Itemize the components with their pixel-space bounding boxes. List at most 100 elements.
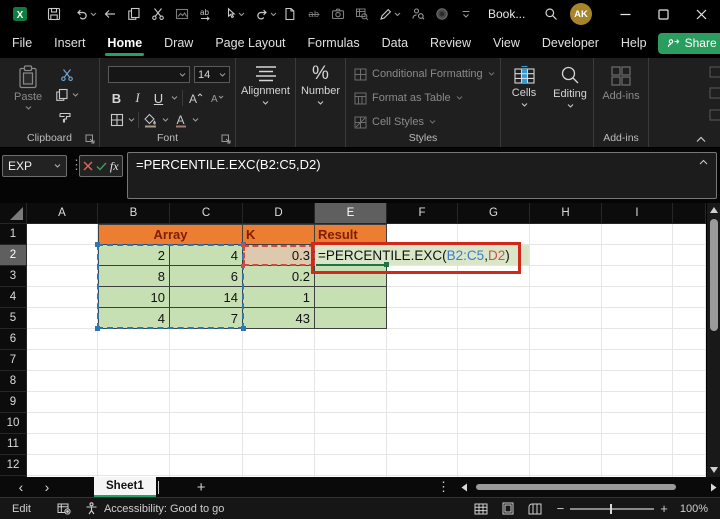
back-icon[interactable] <box>98 2 122 26</box>
cell[interactable] <box>602 350 673 371</box>
row-header-4[interactable]: 4 <box>0 287 27 308</box>
row-header[interactable]: 8 <box>0 371 27 392</box>
scroll-down-icon[interactable] <box>710 467 718 473</box>
cell-a5[interactable] <box>27 308 98 329</box>
select-all-corner[interactable] <box>0 203 27 224</box>
column-header-partial[interactable] <box>673 203 706 224</box>
row-header-5[interactable]: 5 <box>0 308 27 329</box>
cell[interactable] <box>243 350 315 371</box>
cell-j3[interactable] <box>673 266 706 287</box>
enter-icon[interactable] <box>96 162 107 171</box>
range-handle-icon[interactable] <box>95 326 100 331</box>
tab-home[interactable]: Home <box>103 28 146 58</box>
cell[interactable] <box>98 413 170 434</box>
sheet-next-icon[interactable]: › <box>34 479 60 495</box>
insert-function-icon[interactable]: fx <box>110 159 119 174</box>
cell-a4[interactable] <box>27 287 98 308</box>
cell-j2[interactable] <box>673 245 706 266</box>
format-as-table-button[interactable]: Format as Table <box>346 86 500 110</box>
cell[interactable] <box>98 455 170 476</box>
font-color-chevron-icon[interactable] <box>192 117 199 123</box>
sheet-options-icon[interactable]: ⋮ <box>437 479 450 495</box>
cut-icon[interactable] <box>146 2 170 26</box>
cell-a3[interactable] <box>27 266 98 287</box>
cell-e4[interactable] <box>315 287 387 308</box>
redo-dropdown-icon[interactable] <box>270 11 278 17</box>
cell-g4[interactable] <box>458 287 530 308</box>
cell[interactable] <box>243 455 315 476</box>
clipboard-dialog-launcher-icon[interactable] <box>85 134 95 144</box>
cell[interactable] <box>530 329 602 350</box>
cell[interactable] <box>170 413 243 434</box>
cell[interactable] <box>98 371 170 392</box>
cell[interactable] <box>602 392 673 413</box>
cell[interactable] <box>98 350 170 371</box>
range-handle-icon[interactable] <box>241 243 245 247</box>
horizontal-scrollbar[interactable] <box>460 477 718 497</box>
column-header-d[interactable]: D <box>243 203 315 224</box>
copy-button[interactable] <box>55 88 79 102</box>
record-macro-icon[interactable] <box>430 2 454 26</box>
cell[interactable] <box>243 329 315 350</box>
fill-color-chevron-icon[interactable] <box>162 117 169 123</box>
cell-j5[interactable] <box>673 308 706 329</box>
tab-data[interactable]: Data <box>378 28 412 58</box>
name-box[interactable]: EXP <box>2 155 67 177</box>
cell[interactable] <box>170 329 243 350</box>
cell-i5[interactable] <box>602 308 673 329</box>
cell[interactable] <box>602 413 673 434</box>
paste-picture-icon[interactable] <box>170 2 194 26</box>
zoom-slider-thumb[interactable] <box>610 503 613 514</box>
cell[interactable] <box>98 392 170 413</box>
column-header-a[interactable]: A <box>27 203 98 224</box>
cell[interactable] <box>170 434 243 455</box>
cell[interactable] <box>673 434 706 455</box>
formula-bar-expand-icon[interactable] <box>699 159 708 165</box>
cell[interactable] <box>458 434 530 455</box>
zoom-slider[interactable] <box>570 502 655 516</box>
maximize-button[interactable] <box>644 0 682 28</box>
borders-chevron-icon[interactable] <box>128 117 135 123</box>
page-break-view-icon[interactable] <box>528 503 542 515</box>
column-header-f[interactable]: F <box>387 203 458 224</box>
macro-recording-icon[interactable] <box>57 502 71 515</box>
cell-i3[interactable] <box>602 266 673 287</box>
cell[interactable] <box>458 350 530 371</box>
column-header-b[interactable]: B <box>98 203 170 224</box>
cell[interactable] <box>530 350 602 371</box>
tab-file[interactable]: File <box>8 28 36 58</box>
accessibility-status[interactable]: Accessibility: Good to go <box>104 503 224 515</box>
cell[interactable] <box>27 329 98 350</box>
column-header-c[interactable]: C <box>170 203 243 224</box>
cell[interactable] <box>673 455 706 476</box>
cell-h3[interactable] <box>530 266 602 287</box>
borders-button[interactable] <box>108 111 125 129</box>
cell[interactable] <box>387 413 458 434</box>
cell[interactable] <box>170 350 243 371</box>
cell[interactable] <box>530 434 602 455</box>
tab-page-layout[interactable]: Page Layout <box>211 28 289 58</box>
cell[interactable] <box>530 392 602 413</box>
cell-h5[interactable] <box>530 308 602 329</box>
tab-review[interactable]: Review <box>426 28 475 58</box>
font-size-select[interactable]: 14 <box>194 66 230 83</box>
cut-button[interactable] <box>58 66 75 84</box>
cells-button[interactable]: Cells <box>501 58 547 108</box>
tab-draw[interactable]: Draw <box>160 28 197 58</box>
row-header-3[interactable]: 3 <box>0 266 27 287</box>
cell[interactable] <box>673 392 706 413</box>
cell-a2[interactable] <box>27 245 98 266</box>
cell[interactable] <box>243 413 315 434</box>
undo-dropdown-icon[interactable] <box>90 11 98 17</box>
person-permissions-icon[interactable] <box>406 2 430 26</box>
cell[interactable] <box>27 455 98 476</box>
cell[interactable] <box>27 350 98 371</box>
range-handle-icon[interactable] <box>241 264 245 268</box>
cell-i1[interactable] <box>602 224 673 245</box>
cell[interactable] <box>602 434 673 455</box>
cell[interactable] <box>27 392 98 413</box>
format-painter-button[interactable] <box>58 110 73 125</box>
conditional-formatting-button[interactable]: Conditional Formatting <box>346 62 500 86</box>
cancel-icon[interactable] <box>83 161 93 171</box>
tab-view[interactable]: View <box>489 28 524 58</box>
